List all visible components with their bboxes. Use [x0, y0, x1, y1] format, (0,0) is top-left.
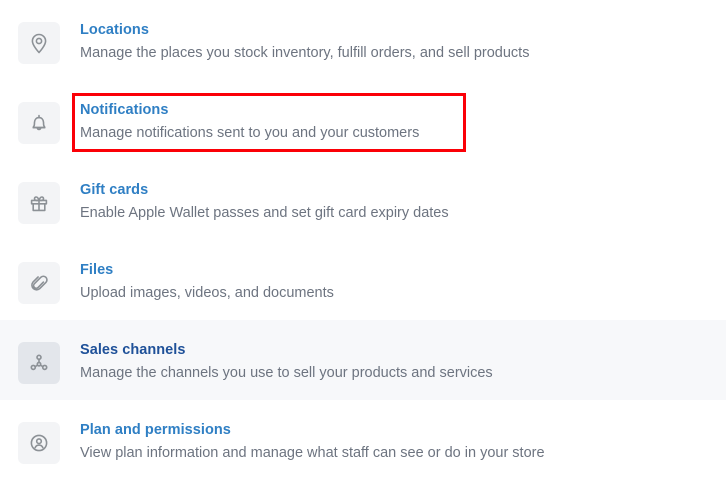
paperclip-icon	[18, 262, 60, 304]
settings-row-description: Enable Apple Wallet passes and set gift …	[80, 205, 449, 221]
settings-row-description: Upload images, videos, and documents	[80, 285, 334, 301]
settings-row-title[interactable]: Gift cards	[80, 181, 449, 200]
settings-row-notifications[interactable]: Notifications Manage notifications sent …	[0, 80, 726, 160]
bell-icon	[18, 102, 60, 144]
settings-row-body: Sales channels Manage the channels you u…	[80, 340, 493, 384]
settings-row-sales-channels[interactable]: Sales channels Manage the channels you u…	[0, 320, 726, 400]
settings-row-gift-cards[interactable]: Gift cards Enable Apple Wallet passes an…	[0, 160, 726, 240]
settings-row-title[interactable]: Notifications	[80, 101, 419, 120]
settings-row-body: Plan and permissions View plan informati…	[80, 420, 545, 464]
settings-row-description: View plan information and manage what st…	[80, 445, 545, 461]
settings-row-title[interactable]: Sales channels	[80, 341, 493, 360]
sales-channels-nodes-icon	[18, 342, 60, 384]
settings-row-description: Manage notifications sent to you and you…	[80, 125, 420, 141]
settings-list: Locations Manage the places you stock in…	[0, 0, 726, 480]
settings-row-body: Gift cards Enable Apple Wallet passes an…	[80, 180, 449, 224]
location-pin-icon	[18, 22, 60, 64]
settings-row-title[interactable]: Plan and permissions	[80, 421, 545, 440]
settings-row-title[interactable]: Locations	[80, 21, 529, 40]
settings-row-body: Notifications Manage notifications sent …	[80, 100, 419, 144]
settings-row-description: Manage the places you stock inventory, f…	[80, 45, 530, 61]
settings-row-body: Locations Manage the places you stock in…	[80, 20, 529, 64]
settings-row-description: Manage the channels you use to sell your…	[80, 365, 493, 381]
account-circle-icon	[18, 422, 60, 464]
gift-card-icon	[18, 182, 60, 224]
settings-row-files[interactable]: Files Upload images, videos, and documen…	[0, 240, 726, 320]
settings-row-title[interactable]: Files	[80, 261, 334, 280]
settings-row-locations[interactable]: Locations Manage the places you stock in…	[0, 0, 726, 80]
settings-row-plan-and-permissions[interactable]: Plan and permissions View plan informati…	[0, 400, 726, 480]
settings-row-body: Files Upload images, videos, and documen…	[80, 260, 334, 304]
